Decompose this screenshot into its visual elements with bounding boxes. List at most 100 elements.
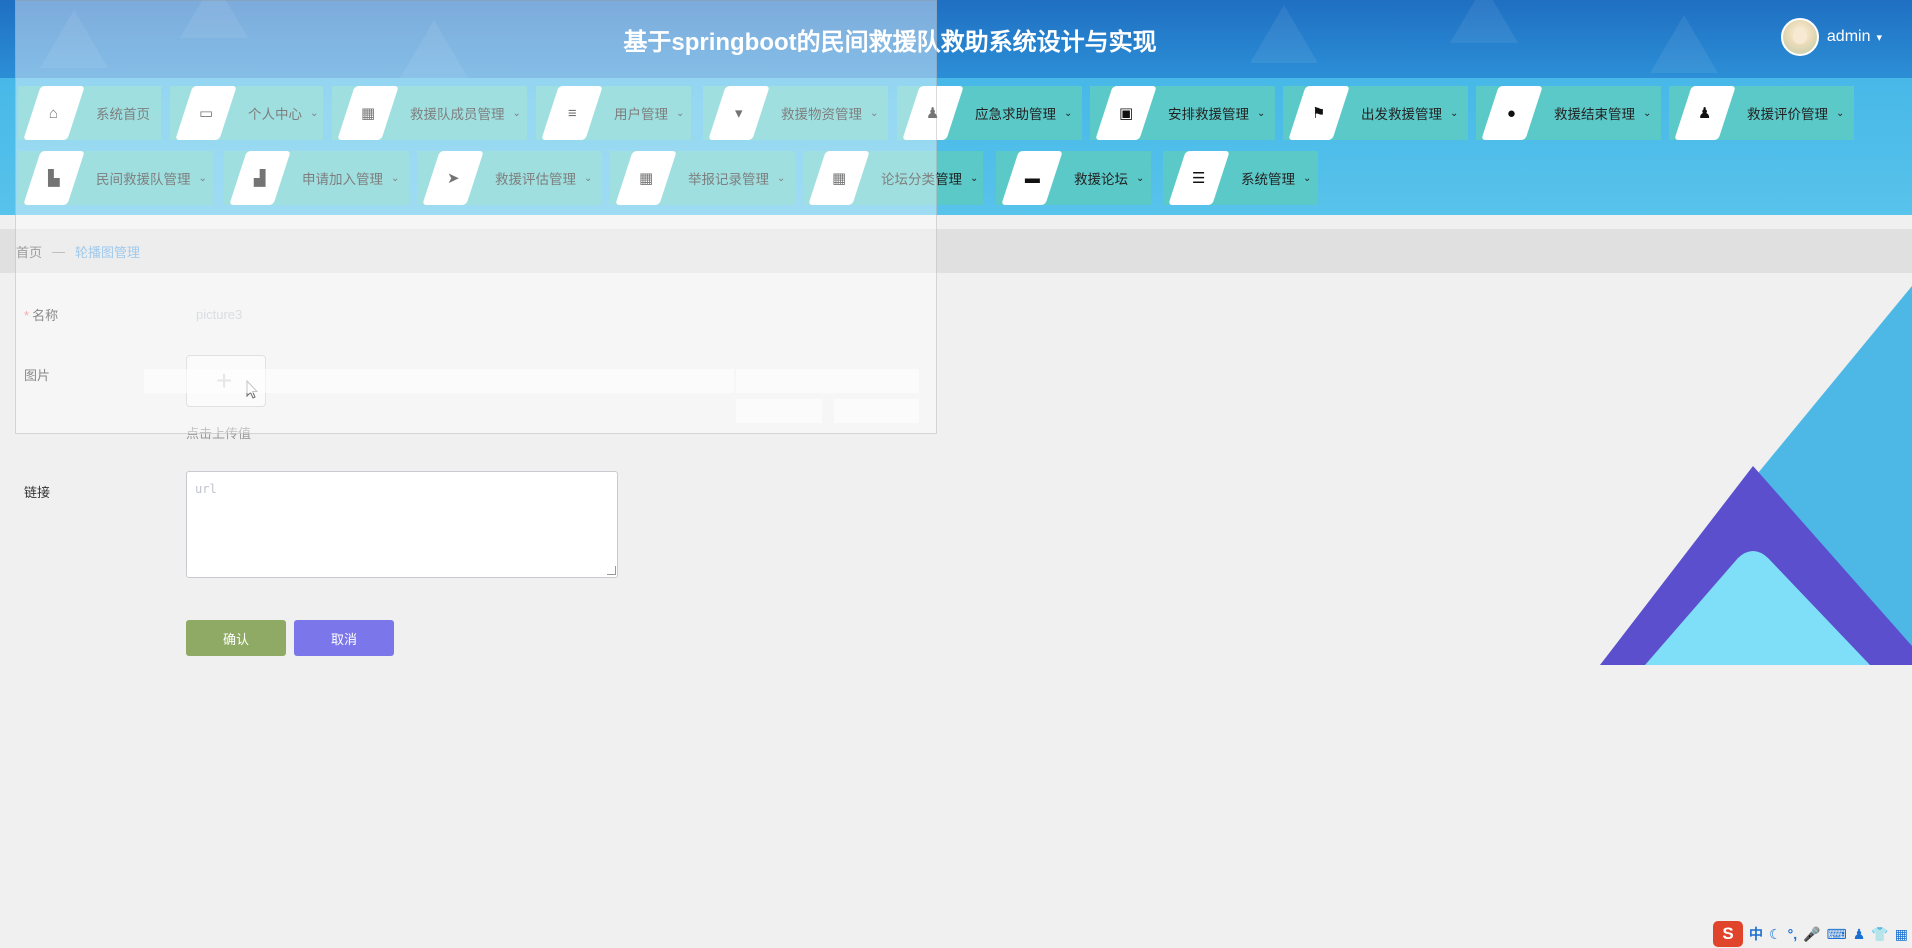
nav-item-supplies[interactable]: ▾ 救援物资管理 ⌄ [703,86,888,140]
nav-item-label: 安排救援管理 [1168,107,1249,122]
nav-item-label: 救援论坛 [1074,172,1128,187]
required-mark: * [24,308,30,323]
user-menu[interactable]: admin ▾ [1780,18,1882,56]
plus-icon: + [215,365,233,396]
chevron-down-icon: ⌄ [1836,107,1845,119]
nav-item-label: 救援结束管理 [1554,107,1635,122]
punctuation-icon[interactable]: °, [1788,926,1798,942]
nav-item-label: 出发救援管理 [1361,107,1442,122]
breadcrumb-current: 轮播图管理 [75,244,141,260]
nav-item-label: 救援评价管理 [1747,107,1828,122]
link-label: 链接 [24,485,51,500]
ghost-bar [736,399,822,423]
toolbox-icon[interactable]: ▦ [1895,926,1908,943]
nav-item-label: 救援队成员管理 [410,107,505,122]
chevron-down-icon: ⌄ [1303,172,1312,184]
chevron-down-icon: ⌄ [391,172,400,184]
nav-item-arrange-rescue[interactable]: ▣ 安排救援管理 ⌄ [1090,86,1275,140]
breadcrumb: 首页 — 轮播图管理 [0,229,1912,273]
nav-item-report-records[interactable]: ▦ 举报记录管理 ⌄ [610,151,795,205]
grid-icon: ▦ [337,86,399,140]
nav-item-rescue-assessment[interactable]: ➤ 救援评估管理 ⌄ [417,151,602,205]
chevron-down-icon: ⌄ [1064,107,1073,119]
cancel-button[interactable]: 取消 [294,620,394,656]
user-icon[interactable]: ♟ [1853,926,1866,943]
sliders-icon: ≡ [541,86,603,140]
nav-item-label: 系统管理 [1241,172,1295,187]
microphone-icon[interactable]: 🎤 [1803,926,1820,943]
upload-tip: 点击上传值 [186,426,252,441]
nav-item-depart-rescue[interactable]: ⚑ 出发救援管理 ⌄ [1283,86,1468,140]
chevron-down-icon: ⌄ [1643,107,1652,119]
grid-icon: ▦ [808,151,870,205]
chevron-down-icon: ⌄ [777,172,786,184]
clipboard-icon: ▣ [1095,86,1157,140]
ime-tray: S 中 ☾ °, 🎤 ⌨ ♟ 👕 ▦ [1713,920,1912,948]
breadcrumb-separator: — [52,243,66,259]
link-textarea[interactable] [186,471,618,578]
nav-item-system-management[interactable]: ☰ 系统管理 ⌄ [1163,151,1318,205]
nav-item-personal-center[interactable]: ▭ 个人中心 ⌄ [170,86,323,140]
nav-item-rescue-evaluation[interactable]: ♟ 救援评价管理 ⌄ [1669,86,1854,140]
top-header: 基于springboot的民间救援队救助系统设计与实现 admin ▾ [0,0,1912,78]
nav-item-label: 民间救援队管理 [96,172,191,187]
location-icon: ● [1481,86,1543,140]
chevron-down-icon: ⌄ [310,107,319,119]
menu-icon: ☰ [1168,151,1230,205]
chevron-down-icon: ⌄ [1257,107,1266,119]
ime-language-icon[interactable]: 中 [1749,924,1763,944]
nav-item-label: 举报记录管理 [688,172,769,187]
resize-handle-icon[interactable] [607,566,616,575]
nav-item-label: 申请加入管理 [302,172,383,187]
user-icon: ♟ [1674,86,1736,140]
breadcrumb-home[interactable]: 首页 [16,242,42,261]
caret-down-icon[interactable]: ▾ [1876,31,1882,44]
nav-item-label: 救援物资管理 [781,107,862,122]
nav-item-home[interactable]: ⌂ 系统首页 [18,86,161,140]
nav-item-forum-categories[interactable]: ▦ 论坛分类管理 ⌄ [803,151,983,205]
name-input[interactable] [186,298,686,330]
nav-item-emergency-help[interactable]: ♟ 应急求助管理 ⌄ [897,86,1082,140]
grid-icon: ▦ [615,151,677,205]
mailbox-icon: ▟ [229,151,291,205]
nav-item-rescue-end[interactable]: ● 救援结束管理 ⌄ [1476,86,1661,140]
brush-icon: ▾ [708,86,770,140]
sogou-logo-icon[interactable]: S [1713,921,1744,947]
chevron-down-icon: ⌄ [512,107,521,119]
nav-item-rescue-forum[interactable]: ▬ 救援论坛 ⌄ [996,151,1151,205]
nav-item-label: 应急求助管理 [975,107,1056,122]
image-label: 图片 [24,368,51,383]
nav-item-label: 用户管理 [614,107,668,122]
chevron-down-icon: ⌄ [584,172,593,184]
flag-icon: ⚑ [1288,86,1350,140]
nav-item-users[interactable]: ≡ 用户管理 ⌄ [536,86,691,140]
building-icon: ▙ [23,151,85,205]
ghost-bar [834,399,919,423]
nav-item-label: 论坛分类管理 [881,172,962,187]
nav-item-join-requests[interactable]: ▟ 申请加入管理 ⌄ [224,151,409,205]
nav-item-team-members[interactable]: ▦ 救援队成员管理 ⌄ [332,86,527,140]
send-icon: ➤ [422,151,484,205]
user-name[interactable]: admin [1827,28,1871,46]
nav-item-label: 系统首页 [96,107,150,122]
nav-item-label: 救援评估管理 [495,172,576,187]
avatar[interactable] [1780,18,1819,56]
chevron-down-icon: ⌄ [676,107,685,119]
ghost-bar [736,369,919,393]
card-icon: ▭ [175,86,237,140]
main-nav: ⌂ 系统首页 ▭ 个人中心 ⌄ ▦ 救援队成员管理 ⌄ ≡ 用户管理 ⌄ ▾ 救… [0,78,1912,215]
chevron-down-icon: ⌄ [1136,172,1145,184]
chevron-down-icon: ⌄ [198,172,207,184]
decorative-shape [1600,286,1912,665]
person-icon: ♟ [902,86,964,140]
chevron-down-icon: ⌄ [1450,107,1459,119]
moon-icon[interactable]: ☾ [1769,926,1782,943]
mouse-cursor-icon [246,380,258,399]
chat-icon: ▬ [1001,151,1063,205]
name-label: * 名称 [24,308,59,323]
site-title: 基于springboot的民间救援队救助系统设计与实现 [623,29,1157,56]
keyboard-icon[interactable]: ⌨ [1827,926,1847,943]
skin-icon[interactable]: 👕 [1871,926,1888,943]
nav-item-rescue-teams[interactable]: ▙ 民间救援队管理 ⌄ [18,151,213,205]
confirm-button[interactable]: 确认 [186,620,286,656]
